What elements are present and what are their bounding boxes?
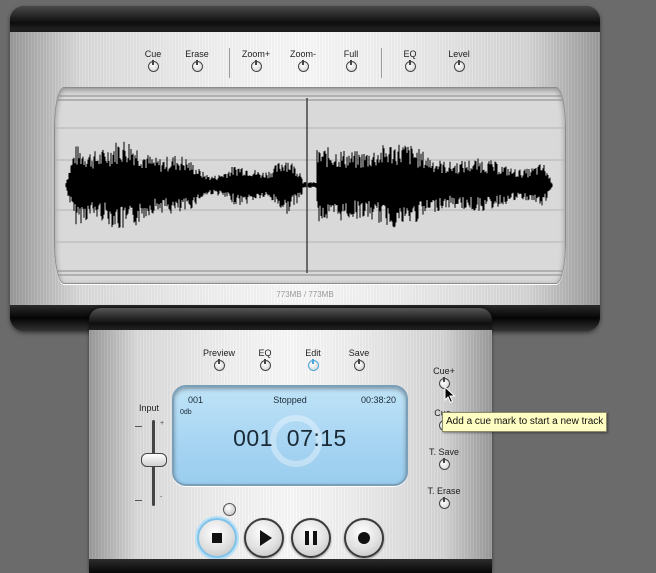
- lcd-display: 001 0db Stopped 00:38:20 001 07:15: [172, 385, 408, 486]
- level-label: Level: [448, 49, 470, 59]
- knob-icon: [259, 359, 271, 371]
- zoom-in-button[interactable]: Zoom+: [231, 48, 281, 72]
- top-end-cap: [10, 6, 600, 30]
- eq-mode-label: EQ: [258, 348, 272, 358]
- tooltip: Add a cue mark to start a new track: [442, 412, 608, 432]
- knob-icon: [147, 60, 159, 72]
- level-readout: 0db: [180, 409, 192, 416]
- knob-icon: [297, 60, 309, 72]
- eq-label: EQ: [403, 49, 417, 59]
- track-erase-label: T. Erase: [427, 486, 461, 496]
- edit-label: Edit: [305, 348, 321, 358]
- big-track-number: 001: [233, 425, 274, 451]
- play-button[interactable]: [244, 518, 284, 558]
- edit-button[interactable]: Edit: [288, 347, 338, 371]
- waveform-display[interactable]: [54, 87, 566, 284]
- mouse-pointer-icon: [444, 386, 456, 404]
- tick-minus-label: -: [160, 494, 163, 501]
- tick-mark: [135, 426, 142, 427]
- knob-icon: [213, 359, 225, 371]
- elapsed-time: 00:38:20: [360, 395, 396, 405]
- zoom-out-label: Zoom-: [289, 49, 316, 59]
- transport-bottom-cap: [89, 559, 492, 573]
- knob-icon: [404, 60, 416, 72]
- stop-button[interactable]: [197, 518, 237, 558]
- preview-label: Preview: [202, 348, 235, 358]
- input-label: Input: [139, 403, 160, 413]
- knob-icon: [438, 497, 450, 509]
- knob-icon: [191, 60, 203, 72]
- knob-icon: [438, 458, 450, 470]
- waveform-trace: [65, 141, 553, 228]
- storage-readout: 773MB / 773MB: [276, 290, 334, 299]
- main-readout: 001 07:15: [174, 425, 406, 452]
- zoom-in-label: Zoom+: [241, 49, 271, 59]
- track-save-button[interactable]: T. Save: [419, 446, 469, 470]
- pause-button[interactable]: [291, 518, 331, 558]
- track-erase-button[interactable]: T. Erase: [419, 485, 469, 509]
- pause-icon: [305, 531, 317, 545]
- preview-button[interactable]: Preview: [194, 347, 244, 371]
- erase-label: Erase: [185, 49, 209, 59]
- record-button[interactable]: [344, 518, 384, 558]
- waveform-graph[interactable]: [55, 88, 565, 283]
- knob-icon: [250, 60, 262, 72]
- knob-icon: [345, 60, 357, 72]
- save-label: Save: [348, 348, 370, 358]
- zoom-out-button[interactable]: Zoom-: [278, 48, 328, 72]
- eq-mode-button[interactable]: EQ: [240, 347, 290, 371]
- knob-icon: [453, 60, 465, 72]
- input-slider-thumb[interactable]: [141, 453, 167, 467]
- full-button[interactable]: Full: [326, 48, 376, 72]
- divider: [381, 48, 382, 78]
- big-time: 07:15: [286, 425, 347, 451]
- erase-button[interactable]: Erase: [172, 48, 222, 72]
- divider: [229, 48, 230, 78]
- save-button[interactable]: Save: [334, 347, 384, 371]
- level-button[interactable]: Level: [434, 48, 484, 72]
- knob-icon: [307, 359, 319, 371]
- eq-button[interactable]: EQ: [385, 48, 435, 72]
- cue-plus-label: Cue+: [433, 366, 455, 376]
- waveform-editor-panel: Cue Erase Zoom+ Zoom- Full EQ Level 773M…: [10, 6, 600, 331]
- record-icon: [358, 532, 370, 544]
- transport-faceplate: Preview EQ Edit Save Input + - 001 0db S…: [89, 330, 492, 559]
- full-label: Full: [343, 49, 359, 59]
- track-save-label: T. Save: [428, 447, 459, 457]
- waveform-faceplate: Cue Erase Zoom+ Zoom- Full EQ Level 773M…: [10, 32, 600, 305]
- transport-top-cap: [89, 308, 492, 330]
- transport-panel: Preview EQ Edit Save Input + - 001 0db S…: [89, 308, 492, 573]
- knob-icon: [353, 359, 365, 371]
- tick-mark: [135, 500, 142, 501]
- stop-icon: [212, 533, 222, 543]
- tick-plus-label: +: [160, 420, 165, 427]
- cue-button[interactable]: Cue: [128, 48, 178, 72]
- position-knob[interactable]: [223, 503, 236, 516]
- play-icon: [260, 530, 272, 546]
- cue-label: Cue: [144, 49, 162, 59]
